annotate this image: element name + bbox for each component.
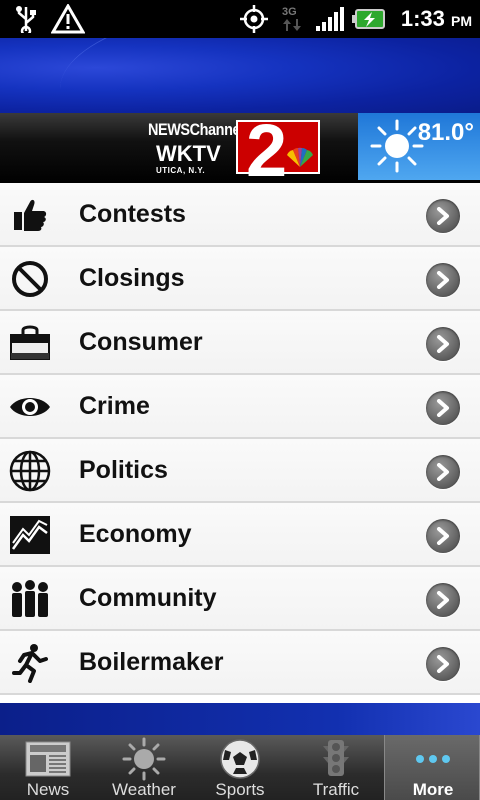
shopping-bag-icon [8, 323, 52, 363]
clock: 1:33 PM [400, 6, 472, 31]
no-sign-icon [8, 259, 52, 299]
logo-callsign-text: WKTV [156, 141, 221, 166]
menu-item-community[interactable]: Community [0, 567, 480, 631]
chevron-right-icon[interactable] [426, 391, 460, 425]
tab-news[interactable]: News [0, 735, 96, 800]
peacock-icon [287, 147, 313, 167]
chevron-right-icon[interactable] [426, 327, 460, 361]
chevron-right-icon[interactable] [426, 583, 460, 617]
station-logo[interactable]: NEWSChannel WKTV UTICA, N.Y. 2 [148, 109, 320, 192]
usb-icon [12, 4, 40, 34]
tab-label: More [412, 780, 454, 799]
svg-text:3G: 3G [282, 6, 297, 18]
tab-sports[interactable]: Sports [192, 735, 288, 800]
menu-item-label: Community [79, 584, 217, 612]
chevron-right-icon[interactable] [426, 647, 460, 681]
menu-item-politics[interactable]: Politics [0, 439, 480, 503]
bottom-banner [0, 703, 480, 735]
menu-item-label: Politics [79, 456, 168, 484]
more-dots-icon [409, 737, 457, 781]
signal-icon [314, 4, 346, 34]
sun-icon [120, 737, 168, 781]
globe-icon [8, 450, 52, 492]
logo-city-text: UTICA, N.Y. [156, 166, 206, 175]
menu-item-contests[interactable]: Contests [0, 183, 480, 247]
newspaper-icon [24, 737, 72, 781]
tab-weather[interactable]: Weather [96, 735, 192, 800]
chart-icon [8, 515, 52, 555]
runner-icon [8, 643, 52, 683]
temperature: 81.0° [417, 119, 474, 146]
menu-list: Contests Closings Consumer Crime Politic… [0, 183, 480, 703]
menu-item-crime[interactable]: Crime [0, 375, 480, 439]
battery-charging-icon [352, 4, 386, 34]
status-bar: 3G 1:33 PM [0, 0, 480, 38]
logo-newschannel-text: NEWSChannel [148, 120, 244, 139]
people-icon [8, 579, 52, 619]
traffic-light-icon [312, 737, 360, 781]
tab-bar: News Weather Sports Traffic More [0, 735, 480, 800]
tab-label: News [26, 780, 70, 799]
menu-item-label: Closings [79, 264, 185, 292]
menu-item-label: Economy [79, 520, 192, 548]
menu-item-label: Consumer [79, 328, 203, 356]
menu-item-consumer[interactable]: Consumer [0, 311, 480, 375]
sun-icon [370, 119, 424, 173]
menu-item-label: Crime [79, 392, 150, 420]
gps-icon [238, 4, 270, 34]
warning-icon [50, 4, 86, 34]
menu-item-boilermaker[interactable]: Boilermaker [0, 631, 480, 695]
chevron-right-icon[interactable] [426, 519, 460, 553]
eye-icon [8, 387, 52, 427]
station-header: NEWSChannel WKTV UTICA, N.Y. 2 81.0° [0, 109, 480, 192]
logo-channel-number: 2 [236, 109, 320, 192]
tab-label: Weather [112, 780, 176, 799]
weather-widget[interactable]: 81.0° [358, 113, 480, 180]
menu-item-closings[interactable]: Closings [0, 247, 480, 311]
menu-item-label: Boilermaker [79, 648, 224, 676]
chevron-right-icon[interactable] [426, 455, 460, 489]
tab-label: Sports [215, 780, 265, 799]
soccer-ball-icon [216, 737, 264, 781]
tab-more[interactable]: More [384, 735, 480, 800]
tab-label: Traffic [312, 780, 360, 799]
network-3g-icon: 3G [278, 4, 306, 34]
chevron-right-icon[interactable] [426, 199, 460, 233]
chevron-right-icon[interactable] [426, 263, 460, 297]
menu-item-economy[interactable]: Economy [0, 503, 480, 567]
top-banner [0, 38, 480, 113]
menu-item-label: Contests [79, 200, 186, 228]
thumbs-up-icon [8, 195, 52, 235]
tab-traffic[interactable]: Traffic [288, 735, 384, 800]
